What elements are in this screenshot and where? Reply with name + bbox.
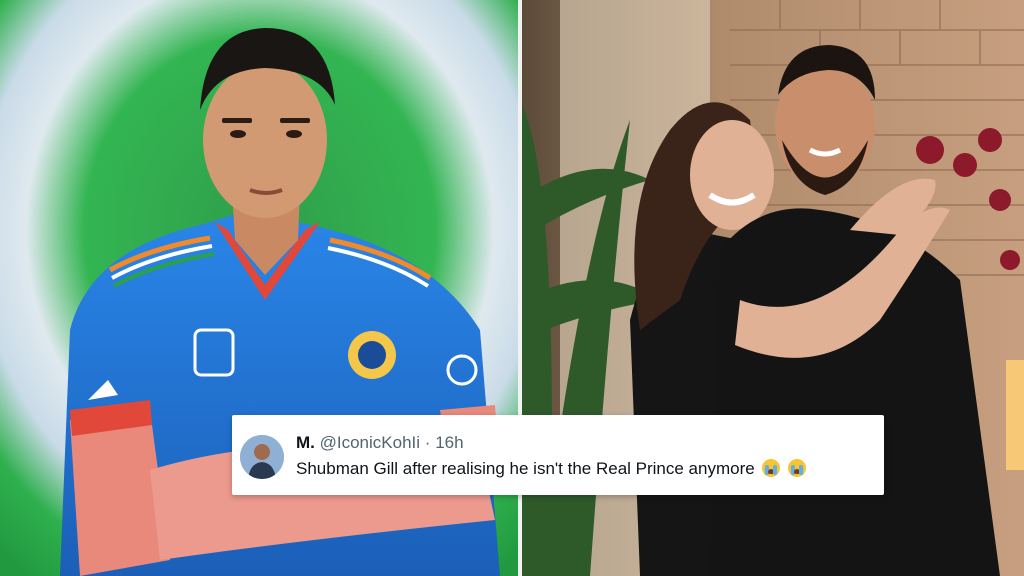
tweet-text: Shubman Gill after realising he isn't th… [296,459,755,478]
avatar[interactable] [240,435,284,479]
display-name[interactable]: M. [296,433,315,452]
avatar-image [240,435,284,479]
separator: · [424,433,431,452]
tweet-text-line: Shubman Gill after realising he isn't th… [296,459,807,479]
tweet-header: M. @IconicKohIi · 16h [296,433,464,453]
timestamp[interactable]: 16h [435,433,463,452]
handle[interactable]: @IconicKohIi [320,433,420,452]
tweet-card[interactable]: M. @IconicKohIi · 16h Shubman Gill after… [232,415,884,495]
loudly-crying-face-icon [788,459,807,477]
loudly-crying-face-icon [762,459,781,477]
